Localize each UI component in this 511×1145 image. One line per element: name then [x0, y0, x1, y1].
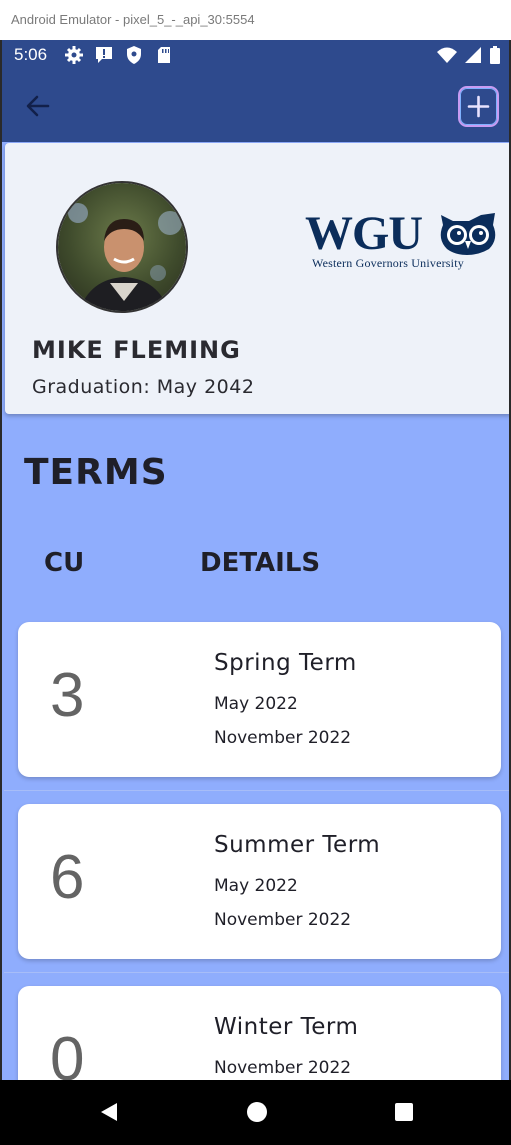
term-end-date: November 2022 [214, 910, 352, 930]
list-divider [4, 972, 509, 973]
term-card-summer[interactable]: 6 Summer Term May 2022 November 2022 [18, 804, 501, 959]
recents-square-icon [395, 1103, 413, 1121]
phone-screen: 5:06 WGU Western Governors University MI… [0, 40, 511, 1080]
terms-title: TERMS [24, 452, 168, 493]
term-name: Spring Term [214, 650, 357, 676]
term-name: Winter Term [214, 1014, 359, 1040]
term-end-date: November 2022 [214, 728, 352, 748]
avatar[interactable] [56, 181, 188, 313]
term-start-date: May 2022 [214, 694, 298, 714]
term-name: Summer Term [214, 832, 381, 858]
column-header-details: DETAILS [200, 548, 321, 578]
wifi-icon [437, 45, 457, 65]
nav-recents-button[interactable] [392, 1100, 416, 1124]
home-circle-icon [247, 1102, 267, 1122]
status-time: 5:06 [14, 45, 48, 64]
term-start-date: May 2022 [214, 876, 298, 896]
arrow-left-icon [26, 95, 50, 117]
term-card-winter[interactable]: 0 Winter Term November 2022 [18, 986, 501, 1080]
plus-icon [467, 95, 490, 118]
term-cu-value: 3 [50, 661, 85, 730]
sd-card-icon [154, 45, 174, 65]
add-term-button[interactable] [458, 86, 499, 127]
shield-icon [124, 45, 144, 65]
graduation-date: Graduation: May 2042 [32, 376, 255, 398]
alert-icon [94, 45, 114, 65]
nav-home-button[interactable] [245, 1100, 269, 1124]
student-name: MIKE FLEMING [32, 336, 241, 364]
emulator-title: Android Emulator - pixel_5_-_api_30:5554 [0, 0, 511, 40]
wgu-subtitle: Western Governors University [312, 256, 464, 270]
list-divider [4, 790, 509, 791]
navigation-bar [0, 1080, 511, 1145]
term-card-spring[interactable]: 3 Spring Term May 2022 November 2022 [18, 622, 501, 777]
profile-card: WGU Western Governors University MIKE FL… [5, 143, 509, 414]
back-button[interactable] [24, 92, 52, 120]
app-bar [2, 70, 509, 142]
term-cu-value: 0 [50, 1025, 85, 1080]
column-header-cu: CU [44, 548, 85, 578]
term-cu-value: 6 [50, 843, 85, 912]
back-triangle-icon [101, 1103, 117, 1121]
battery-icon [489, 45, 501, 65]
status-bar: 5:06 [2, 40, 509, 70]
gear-icon [64, 45, 84, 65]
nav-back-button[interactable] [97, 1100, 121, 1124]
owl-icon [440, 213, 496, 255]
signal-icon [463, 45, 483, 65]
wgu-logo-text: WGU [305, 209, 422, 255]
term-start-date: November 2022 [214, 1058, 352, 1078]
